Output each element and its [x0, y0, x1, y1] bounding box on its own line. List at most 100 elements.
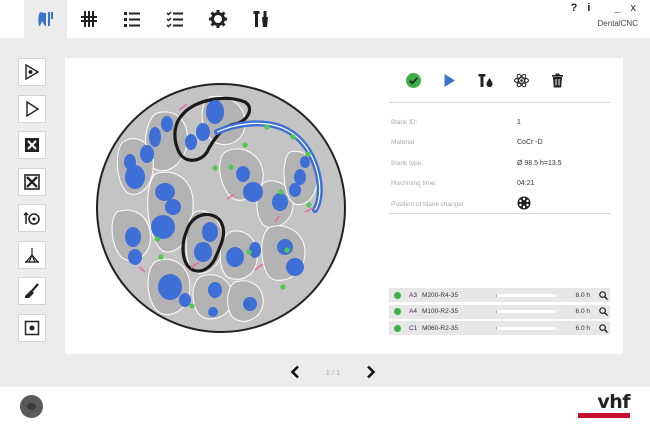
close-box-button[interactable]	[18, 167, 46, 196]
chevron-left-icon	[290, 365, 299, 379]
next-page-button[interactable]	[364, 364, 378, 380]
tab-list[interactable]	[110, 0, 153, 38]
tab-tools[interactable]	[239, 0, 282, 38]
status-dot	[394, 291, 401, 299]
tool-drop-icon	[478, 73, 492, 87]
checklist-icon	[165, 11, 183, 28]
view-icon	[25, 63, 40, 81]
job-shade: C1	[409, 324, 418, 332]
tab-checklist[interactable]	[153, 0, 196, 38]
magnifier-icon	[598, 323, 608, 333]
approve-button[interactable]	[403, 70, 423, 90]
left-toolbar	[18, 58, 46, 350]
job-row[interactable]: C1 M060-R2-35 6.0 h	[389, 321, 610, 335]
job-progress-bar	[496, 293, 556, 297]
info-row-blank-changer: Position of blank changer	[389, 194, 609, 215]
target-button[interactable]	[18, 313, 46, 342]
blank-disc-view[interactable]	[95, 82, 347, 334]
info-value: 04:21	[517, 180, 535, 188]
tab-grid[interactable]	[67, 0, 110, 38]
close-button[interactable]: x	[631, 2, 639, 14]
app-name: DentalCNC	[597, 19, 638, 28]
top-toolbar: ? i _ x DentalCNC	[0, 0, 650, 38]
play-outline-icon	[26, 100, 40, 117]
tab-settings[interactable]	[196, 0, 239, 38]
list-icon	[123, 12, 140, 27]
info-label: Material	[391, 139, 415, 147]
job-list: A3 M200-R4-35 8.0 h A4 M100-R2-35 6.0 h …	[389, 288, 610, 338]
job-name: M100-R2-35	[422, 308, 459, 315]
atom-button[interactable]	[511, 70, 531, 90]
window-controls: ? i _ x DentalCNC	[571, 2, 638, 28]
check-circle-icon	[405, 72, 421, 88]
prev-page-button[interactable]	[288, 364, 302, 380]
chevron-right-icon	[367, 365, 376, 379]
tooth-icon	[37, 12, 53, 26]
info-label: Blank ID:	[391, 118, 418, 126]
rotate-button[interactable]	[18, 204, 46, 232]
start-machining-button[interactable]	[439, 70, 459, 90]
grid-icon	[80, 11, 97, 27]
info-button[interactable]: i	[587, 2, 592, 14]
help-button[interactable]: ?	[571, 2, 580, 14]
info-row-blank-type: Blank type: Ø 98.5 h=13.5	[389, 153, 609, 174]
job-detail-button[interactable]	[598, 307, 608, 317]
blank-changer-position[interactable]	[517, 196, 531, 212]
job-time: 8.0 h	[575, 291, 590, 299]
info-value: Ø 98.5 h=13.5	[517, 159, 562, 167]
info-value: 1	[517, 118, 521, 126]
job-shade: A4	[409, 308, 417, 315]
job-row[interactable]: A4 M100-R2-35 6.0 h	[389, 304, 610, 319]
info-label: Blank type:	[391, 159, 424, 167]
brush-icon	[25, 283, 39, 298]
tool-liquid-button[interactable]	[475, 70, 495, 90]
blank-changer-icon	[517, 196, 531, 210]
bottom-bar: vhf	[0, 387, 650, 425]
blank-info: Blank ID: 1 Material CoCr -D Blank type:…	[389, 112, 609, 215]
info-row-material: Material CoCr -D	[389, 133, 609, 154]
logo-accent-bar	[578, 413, 630, 418]
minimize-button[interactable]: _	[614, 2, 622, 14]
magnifier-icon	[598, 290, 608, 300]
delete-button[interactable]	[547, 70, 567, 90]
vhf-logo: vhf	[578, 391, 630, 421]
sweep-icon	[25, 247, 39, 263]
info-label: Position of blank changer	[391, 200, 464, 208]
rotate-icon	[23, 211, 40, 225]
reject-button[interactable]	[18, 131, 46, 159]
atom-icon	[513, 73, 529, 87]
info-row-machining-time: Machining time: 04:21	[389, 174, 609, 195]
status-dot	[394, 324, 401, 332]
play-outline-button[interactable]	[18, 94, 46, 123]
magnifier-icon	[598, 307, 608, 316]
tab-dental[interactable]	[24, 0, 67, 38]
blank-actions	[403, 70, 567, 90]
info-label: Machining time:	[391, 180, 437, 188]
sweep-button[interactable]	[18, 240, 46, 269]
gear-icon	[208, 10, 227, 28]
job-detail-button[interactable]	[598, 323, 608, 333]
info-value: CoCr -D	[517, 139, 543, 147]
logo-text: vhf	[597, 391, 630, 413]
reject-icon	[25, 138, 39, 152]
pager: 1 / 1	[288, 363, 378, 381]
blank-panel: Blank ID: 1 Material CoCr -D Blank type:…	[65, 58, 623, 354]
brush-button[interactable]	[18, 277, 46, 305]
job-detail-button[interactable]	[598, 290, 608, 300]
job-shade: A3	[409, 291, 417, 299]
target-icon	[24, 320, 40, 335]
divider-bottom	[389, 213, 610, 214]
job-row[interactable]: A3 M200-R4-35 8.0 h	[389, 288, 610, 302]
job-progress-bar	[496, 310, 556, 313]
close-box-icon	[24, 173, 40, 190]
view-button[interactable]	[18, 58, 46, 86]
trash-icon	[551, 73, 563, 87]
job-name: M200-R4-35	[422, 291, 459, 299]
job-time: 6.0 h	[575, 308, 590, 315]
machine-status-button[interactable]	[20, 395, 43, 418]
job-name: M060-R2-35	[422, 324, 459, 332]
job-time: 6.0 h	[575, 324, 590, 332]
status-dot	[394, 308, 401, 315]
play-icon	[444, 73, 455, 87]
divider-top	[389, 102, 610, 103]
